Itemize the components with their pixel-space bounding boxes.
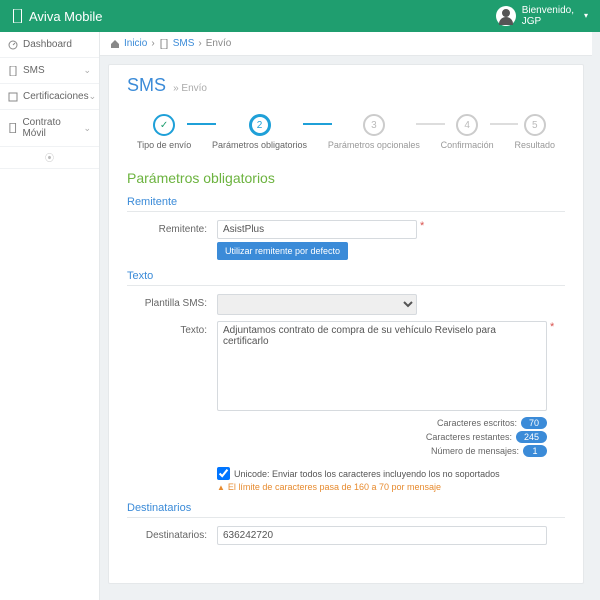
- user-menu[interactable]: Bienvenido, JGP ▾: [496, 5, 588, 27]
- chevron-down-icon: ⌄: [89, 91, 97, 102]
- remitente-label: Remitente:: [127, 220, 217, 235]
- breadcrumb: Inicio › SMS › Envío: [100, 32, 592, 56]
- unicode-warning: El límite de caracteres pasa de 160 a 70…: [217, 482, 565, 492]
- breadcrumb-home[interactable]: Inicio: [124, 38, 147, 49]
- dashboard-icon: [8, 40, 18, 50]
- breadcrumb-sms[interactable]: SMS: [173, 38, 195, 49]
- sidebar-item-sms[interactable]: SMS ⌄: [0, 58, 99, 84]
- page-title: SMS: [127, 75, 166, 95]
- plantilla-select[interactable]: [217, 294, 417, 315]
- doc-icon: [8, 123, 17, 133]
- wizard: ✓Tipo de envío 2Parámetros obligatorios …: [137, 114, 555, 150]
- welcome-text: Bienvenido,: [522, 5, 574, 16]
- sidebar-item-dashboard[interactable]: Dashboard: [0, 32, 99, 58]
- texto-heading: Texto: [127, 270, 565, 286]
- user-name: JGP: [522, 16, 541, 27]
- msg-count: 1: [523, 445, 547, 457]
- section-title: Parámetros obligatorios: [127, 170, 565, 186]
- sidebar-item-certificaciones[interactable]: Certificaciones ⌄: [0, 84, 99, 110]
- unicode-label: Unicode: Enviar todos los caracteres inc…: [234, 469, 500, 479]
- destinatarios-input[interactable]: [217, 526, 547, 545]
- breadcrumb-envio: Envío: [206, 38, 232, 49]
- chevron-down-icon: ⌄: [83, 123, 91, 134]
- chars-remaining: 245: [516, 431, 547, 443]
- sidebar-item-contrato[interactable]: Contrato Móvil ⌄: [0, 110, 99, 147]
- step-4[interactable]: 4Confirmación: [441, 114, 494, 150]
- topbar: Aviva Mobile Bienvenido, JGP ▾: [0, 0, 600, 32]
- texto-label: Texto:: [127, 321, 217, 336]
- page-subtitle: » Envío: [173, 83, 207, 94]
- char-counts: Caracteres escritos:70 Caracteres restan…: [127, 417, 547, 457]
- sidebar: Dashboard SMS ⌄ Certificaciones ⌄ Contra…: [0, 32, 100, 600]
- chevron-down-icon: ⌄: [83, 65, 91, 76]
- required-icon: *: [550, 321, 554, 333]
- destinatarios-label: Destinatarios:: [127, 526, 217, 541]
- step-3[interactable]: 3Parámetros opcionales: [328, 114, 420, 150]
- unicode-checkbox[interactable]: [217, 467, 230, 480]
- phone-icon: [159, 39, 169, 49]
- brand: Aviva Mobile: [12, 9, 102, 24]
- remitente-heading: Remitente: [127, 196, 565, 212]
- plantilla-label: Plantilla SMS:: [127, 294, 217, 309]
- phone-icon: [12, 9, 23, 23]
- brand-text: Aviva Mobile: [29, 9, 102, 24]
- required-icon: *: [420, 220, 424, 232]
- chars-written: 70: [521, 417, 547, 429]
- default-sender-button[interactable]: Utilizar remitente por defecto: [217, 242, 348, 260]
- step-1[interactable]: ✓Tipo de envío: [137, 114, 191, 150]
- home-icon: [110, 39, 120, 49]
- step-5[interactable]: 5Resultado: [514, 114, 555, 150]
- sidebar-collapse[interactable]: ⦿: [0, 147, 99, 169]
- destinatarios-heading: Destinatarios: [127, 502, 565, 518]
- file-icon: [8, 92, 18, 102]
- step-2[interactable]: 2Parámetros obligatorios: [212, 114, 307, 150]
- main-panel: SMS » Envío ✓Tipo de envío 2Parámetros o…: [108, 64, 584, 584]
- caret-down-icon: ▾: [584, 12, 588, 21]
- remitente-input[interactable]: [217, 220, 417, 239]
- phone-icon: [8, 66, 18, 76]
- texto-textarea[interactable]: [217, 321, 547, 411]
- avatar-icon: [496, 6, 516, 26]
